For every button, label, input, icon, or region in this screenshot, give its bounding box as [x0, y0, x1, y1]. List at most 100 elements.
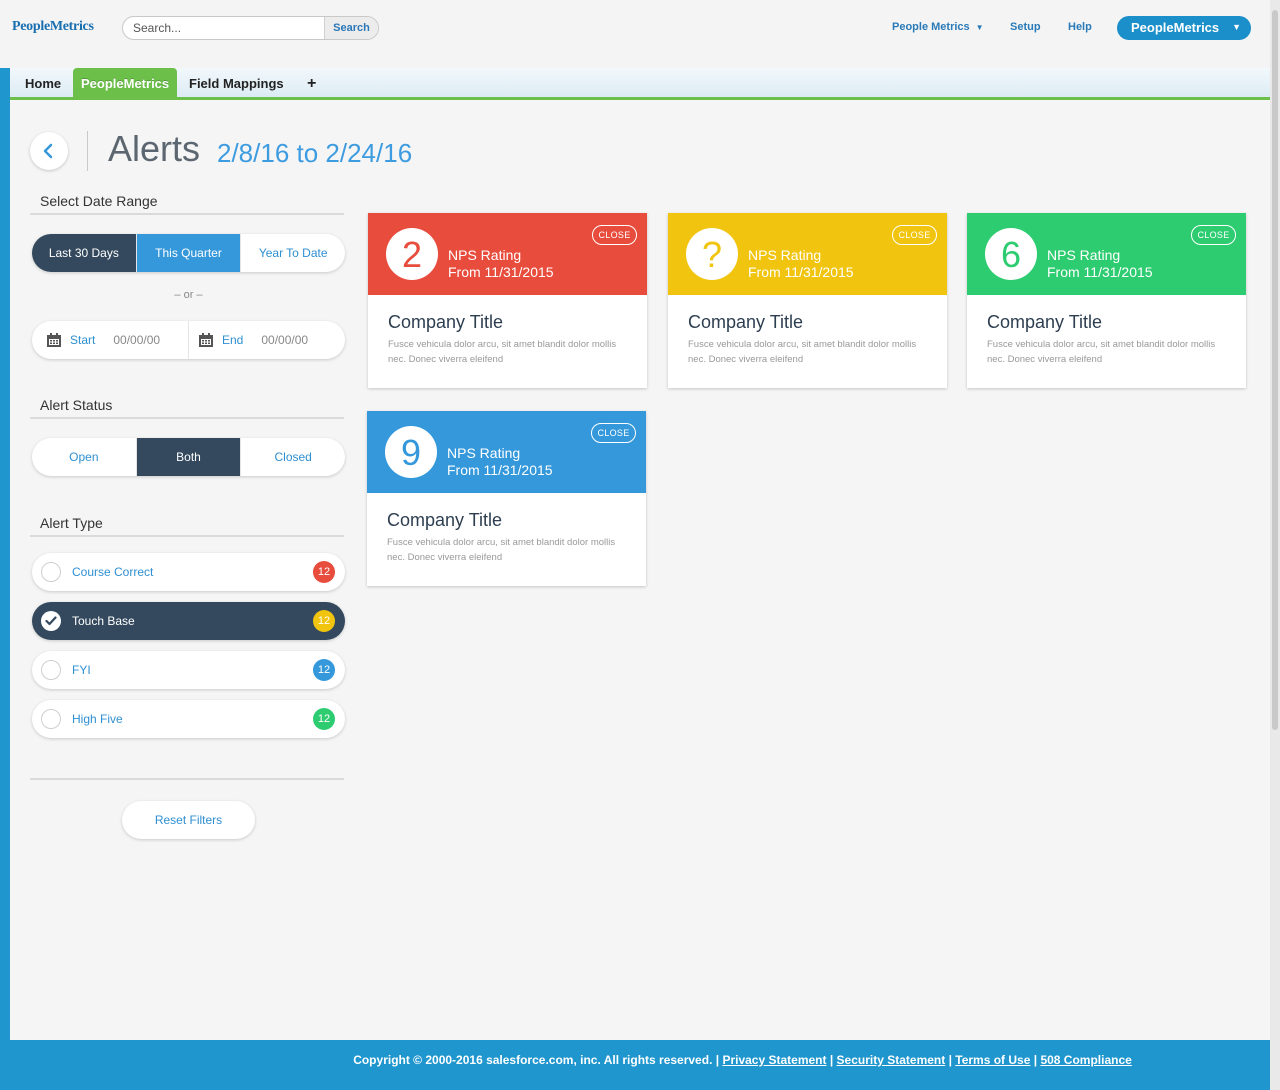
- card-header: 9 NPS Rating From 11/31/2015 CLOSE: [367, 411, 646, 493]
- tab-add-icon[interactable]: +: [307, 68, 316, 97]
- count-badge: 12: [313, 561, 335, 583]
- alert-type-fyi[interactable]: FYI 12: [32, 651, 345, 689]
- app-menu-label: PeopleMetrics: [1131, 20, 1220, 35]
- close-alert-button[interactable]: CLOSE: [892, 225, 937, 245]
- alert-type-label-text: Course Correct: [72, 565, 154, 579]
- custom-date-range: Start 00/00/00 End 00/00/00: [32, 321, 345, 359]
- card-title: Company Title: [388, 312, 504, 332]
- tab-home[interactable]: Home: [25, 68, 61, 97]
- nav-setup[interactable]: Setup: [1010, 21, 1041, 33]
- card-title: Company Title: [987, 312, 1103, 332]
- end-date-label: End: [222, 333, 244, 347]
- check-icon: [41, 611, 61, 631]
- search-button[interactable]: Search: [324, 17, 378, 39]
- status-option-both[interactable]: Both: [135, 438, 241, 476]
- card-title: Company Title: [387, 510, 503, 530]
- search-box: Search: [122, 16, 379, 40]
- 508-compliance-link[interactable]: 508 Compliance: [1040, 1053, 1131, 1067]
- nav-people-metrics[interactable]: People Metrics ▼: [892, 21, 984, 33]
- date-option-last-30-days[interactable]: Last 30 Days: [32, 234, 136, 272]
- date-option-year-to-date[interactable]: Year To Date: [240, 234, 345, 272]
- top-header: PeopleMetrics Search People Metrics ▼ Set…: [0, 0, 1280, 68]
- card-title: Company Title: [688, 312, 804, 332]
- status-option-closed[interactable]: Closed: [240, 438, 345, 476]
- alert-type-touch-base[interactable]: Touch Base 12: [32, 602, 345, 640]
- tab-field-mappings[interactable]: Field Mappings: [189, 68, 284, 97]
- alert-card[interactable]: 6 NPS Rating From 11/31/2015 CLOSE Compa…: [967, 213, 1246, 388]
- or-separator: – or –: [174, 289, 203, 301]
- count-badge: 12: [313, 708, 335, 730]
- score-circle: 9: [385, 426, 437, 478]
- score-circle: ?: [686, 228, 738, 280]
- end-date-value: 00/00/00: [261, 333, 309, 347]
- card-rating-label: NPS Rating: [448, 247, 522, 263]
- back-button[interactable]: [30, 132, 68, 170]
- score-circle: 6: [985, 228, 1037, 280]
- count-badge: 12: [313, 610, 335, 632]
- alert-type-label-text: FYI: [72, 663, 91, 677]
- nav-people-metrics-label: People Metrics: [892, 21, 970, 33]
- card-rating-label: NPS Rating: [447, 445, 521, 461]
- count-badge: 12: [313, 659, 335, 681]
- main-content: Alerts 2/8/16 to 2/24/16 Select Date Ran…: [10, 100, 1270, 1040]
- end-date-field[interactable]: End 00/00/00: [198, 321, 308, 359]
- start-date-value: 00/00/00: [113, 333, 161, 347]
- close-alert-button[interactable]: CLOSE: [592, 225, 637, 245]
- logo[interactable]: PeopleMetrics: [12, 19, 94, 35]
- alert-card[interactable]: 2 NPS Rating From 11/31/2015 CLOSE Compa…: [368, 213, 647, 388]
- alert-type-label-text: High Five: [72, 712, 123, 726]
- tab-peoplemetrics[interactable]: PeopleMetrics: [73, 68, 178, 97]
- alert-status-selector: Open Both Closed: [32, 438, 345, 476]
- close-alert-button[interactable]: CLOSE: [1191, 225, 1236, 245]
- card-from-date: From 11/31/2015: [1047, 264, 1153, 280]
- radio-icon: [41, 562, 61, 582]
- scrollbar-thumb[interactable]: [1272, 10, 1278, 730]
- card-header: 2 NPS Rating From 11/31/2015 CLOSE: [368, 213, 647, 295]
- calendar-icon: [199, 333, 213, 347]
- security-statement-link[interactable]: Security Statement: [837, 1053, 946, 1067]
- date-range-selector: Last 30 Days This Quarter Year To Date: [32, 234, 345, 272]
- card-description: Fusce vehicula dolor arcu, sit amet blan…: [387, 537, 616, 563]
- close-alert-button[interactable]: CLOSE: [591, 423, 636, 443]
- nav-help[interactable]: Help: [1068, 21, 1092, 33]
- card-header: 6 NPS Rating From 11/31/2015 CLOSE: [967, 213, 1246, 295]
- date-option-this-quarter[interactable]: This Quarter: [135, 234, 241, 272]
- card-from-date: From 11/31/2015: [448, 264, 554, 280]
- date-divider: [188, 321, 189, 359]
- alert-card[interactable]: ? NPS Rating From 11/31/2015 CLOSE Compa…: [668, 213, 947, 388]
- app-menu-button[interactable]: PeopleMetrics ▼: [1117, 16, 1251, 40]
- filters-divider: [30, 778, 344, 780]
- card-header: ? NPS Rating From 11/31/2015 CLOSE: [668, 213, 947, 295]
- privacy-statement-link[interactable]: Privacy Statement: [722, 1053, 826, 1067]
- alert-type-label: Alert Type: [30, 515, 344, 537]
- tab-bar: Home PeopleMetrics Field Mappings +: [10, 68, 1270, 100]
- calendar-icon: [47, 333, 61, 347]
- alert-type-course-correct[interactable]: Course Correct 12: [32, 553, 345, 591]
- terms-of-use-link[interactable]: Terms of Use: [955, 1053, 1030, 1067]
- alert-status-label: Alert Status: [30, 397, 344, 419]
- select-date-range-label: Select Date Range: [30, 193, 344, 215]
- search-input[interactable]: [123, 17, 325, 39]
- card-from-date: From 11/31/2015: [447, 462, 553, 478]
- footer: Copyright © 2000-2016 salesforce.com, in…: [353, 1053, 1132, 1067]
- caret-down-icon: ▼: [975, 23, 984, 32]
- card-from-date: From 11/31/2015: [748, 264, 854, 280]
- alert-type-label-text: Touch Base: [72, 614, 135, 628]
- card-rating-label: NPS Rating: [1047, 247, 1121, 263]
- caret-down-icon: ▼: [1232, 22, 1241, 32]
- page-scrollbar[interactable]: [1270, 0, 1280, 1090]
- card-description: Fusce vehicula dolor arcu, sit amet blan…: [987, 339, 1216, 365]
- alert-card[interactable]: 9 NPS Rating From 11/31/2015 CLOSE Compa…: [367, 411, 646, 586]
- status-option-open[interactable]: Open: [32, 438, 136, 476]
- page-date-range: 2/8/16 to 2/24/16: [217, 138, 413, 168]
- start-date-label: Start: [70, 333, 96, 347]
- radio-icon: [41, 660, 61, 680]
- radio-icon: [41, 709, 61, 729]
- alert-type-high-five[interactable]: High Five 12: [32, 700, 345, 738]
- start-date-field[interactable]: Start 00/00/00: [46, 321, 160, 359]
- card-description: Fusce vehicula dolor arcu, sit amet blan…: [688, 339, 917, 365]
- title-divider: [87, 131, 88, 171]
- score-circle: 2: [386, 228, 438, 280]
- card-rating-label: NPS Rating: [748, 247, 822, 263]
- reset-filters-button[interactable]: Reset Filters: [122, 801, 255, 839]
